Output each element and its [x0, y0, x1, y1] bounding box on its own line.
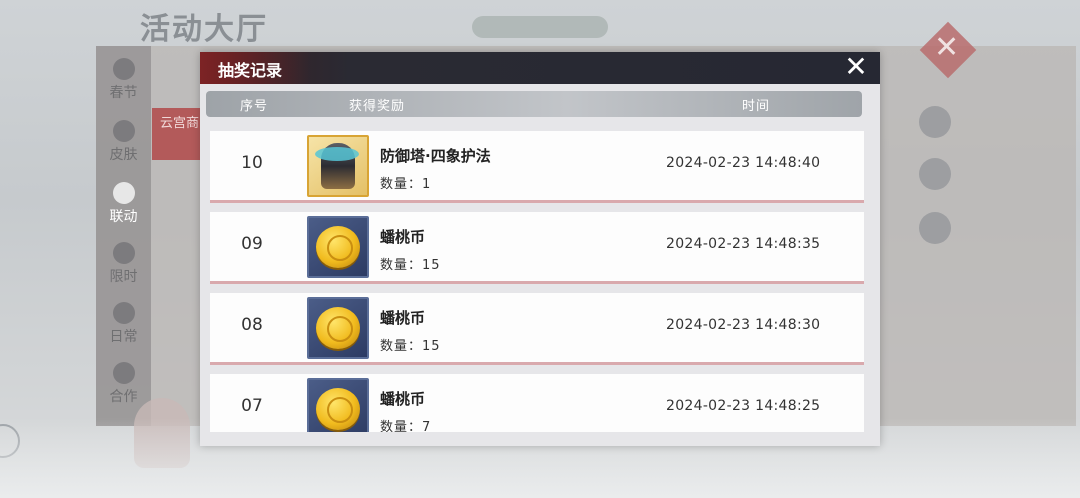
- dialog-bottom-edge: [200, 434, 880, 446]
- reward-item-frame[interactable]: [307, 216, 369, 278]
- table-row: 09 蟠桃币 数量：15 2024-02-23 14:48:35: [210, 212, 864, 284]
- background-nav-item: 皮肤: [96, 120, 151, 164]
- reward-item-frame[interactable]: [307, 378, 369, 432]
- peach-coin-icon: [316, 226, 360, 268]
- reward-item-frame[interactable]: [307, 297, 369, 359]
- reward-quantity: 数量：1: [380, 177, 432, 192]
- background-nav-label: 限时: [109, 269, 138, 285]
- reward-item-frame[interactable]: [307, 135, 369, 197]
- record-time: 2024-02-23 14:48:25: [666, 398, 821, 414]
- record-number: 08: [241, 315, 263, 335]
- table-row: 08 蟠桃币 数量：15 2024-02-23 14:48:30: [210, 293, 864, 365]
- background-side-button: [904, 212, 966, 246]
- background-nav-label: 春节: [109, 85, 138, 101]
- background-side-button: [904, 158, 966, 192]
- tower-guardian-icon: [315, 143, 359, 189]
- reward-name: 蟠桃币: [380, 228, 426, 246]
- record-list[interactable]: 10 防御塔·四象护法 数量：1 2024-02-23 14:48:40 09 …: [200, 126, 880, 432]
- reward-name: 蟠桃币: [380, 309, 426, 327]
- link-icon: [112, 182, 135, 204]
- record-number: 07: [241, 396, 263, 416]
- scroll-icon: [919, 106, 951, 138]
- record-time: 2024-02-23 14:48:40: [666, 155, 821, 171]
- background-nav-label: 合作: [109, 389, 138, 405]
- reward-quantity: 数量：15: [380, 339, 441, 354]
- daily-icon: [112, 302, 135, 324]
- gift-icon: [919, 158, 951, 190]
- background-nav-label: 日常: [109, 329, 138, 345]
- handshake-icon: [112, 362, 135, 384]
- dialog-header: 抽奖记录 ✕: [200, 52, 880, 84]
- background-close-icon: ✕: [934, 30, 960, 65]
- record-time: 2024-02-23 14:48:35: [666, 236, 821, 252]
- background-nav-item: 合作: [96, 362, 151, 406]
- table-header: 序号 获得奖励 时间: [206, 91, 862, 117]
- record-number: 10: [241, 153, 263, 173]
- table-row: 10 防御塔·四象护法 数量：1 2024-02-23 14:48:40: [210, 131, 864, 203]
- close-icon[interactable]: ✕: [840, 52, 872, 84]
- column-header-reward: 获得奖励: [349, 99, 406, 114]
- record-number: 09: [241, 234, 263, 254]
- clock-icon: [112, 242, 135, 264]
- skin-icon: [112, 120, 135, 142]
- dialog-title: 抽奖记录: [218, 61, 283, 80]
- reward-name: 防御塔·四象护法: [380, 147, 491, 165]
- lantern-icon: [112, 58, 135, 80]
- background-resource-pill: [472, 16, 608, 38]
- background-nav-item: 限时: [96, 242, 151, 286]
- reward-quantity: 数量：7: [380, 420, 432, 432]
- column-header-time: 时间: [742, 99, 771, 114]
- record-time: 2024-02-23 14:48:30: [666, 317, 821, 333]
- reward-name: 蟠桃币: [380, 390, 426, 408]
- background-nav-label: 联动: [109, 209, 138, 225]
- shop-icon: [919, 212, 951, 244]
- reward-quantity: 数量：15: [380, 258, 441, 273]
- background-nav-item: 联动: [96, 182, 151, 226]
- background-side-button: [904, 106, 966, 140]
- peach-coin-icon: [316, 307, 360, 349]
- column-header-number: 序号: [240, 99, 269, 114]
- peach-coin-icon: [316, 388, 360, 430]
- background-page-title: 活动大厅: [140, 12, 268, 47]
- background-nav-item: 春节: [96, 58, 151, 102]
- background-nav-item: 日常: [96, 302, 151, 346]
- background-nav-label: 皮肤: [109, 147, 138, 163]
- lottery-record-dialog: 抽奖记录 ✕ 序号 获得奖励 时间 10 防御塔·四象护法 数量：1 2024-…: [200, 52, 880, 446]
- table-row: 07 蟠桃币 数量：7 2024-02-23 14:48:25: [210, 374, 864, 432]
